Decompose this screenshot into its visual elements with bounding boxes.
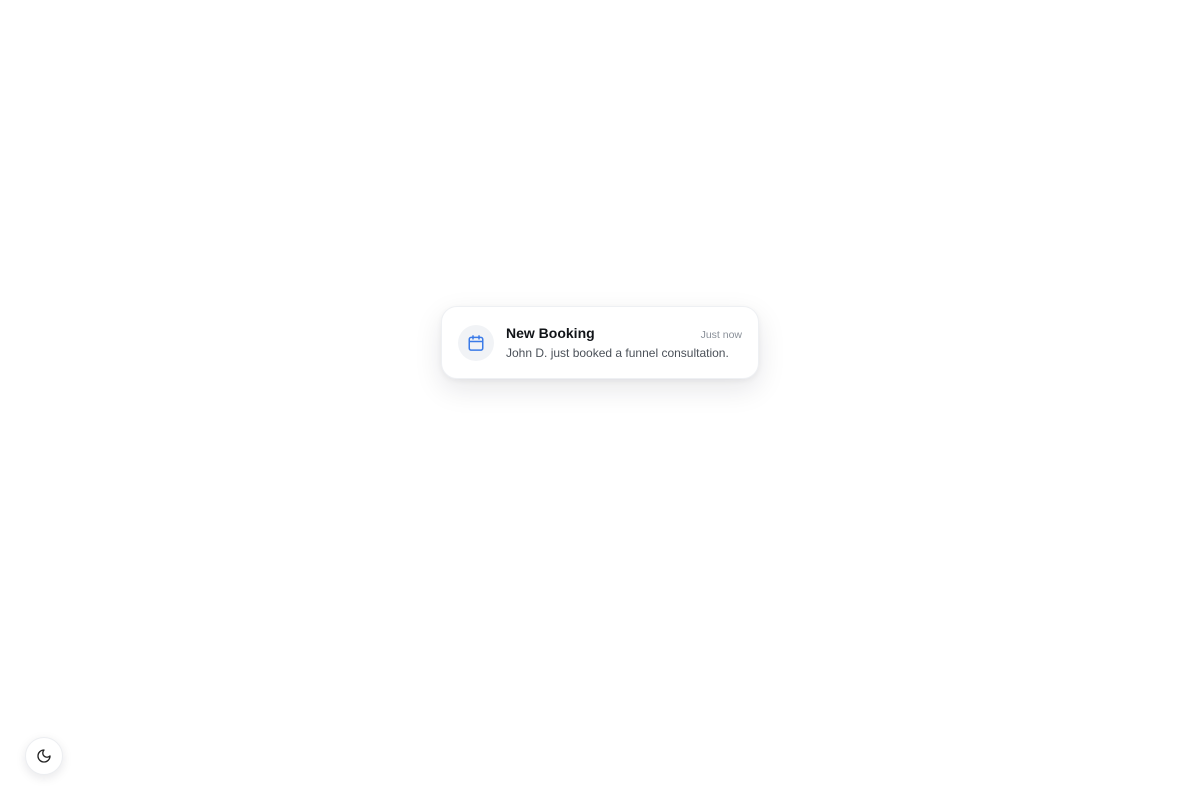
booking-notification[interactable]: New Booking Just now John D. just booked…	[441, 306, 759, 379]
moon-icon	[37, 749, 51, 763]
notification-time: Just now	[700, 329, 742, 341]
notification-icon-badge	[458, 324, 494, 361]
notification-header: New Booking Just now	[506, 325, 742, 341]
notification-content: New Booking Just now John D. just booked…	[506, 325, 742, 360]
notification-title: New Booking	[506, 325, 595, 341]
page: New Booking Just now John D. just booked…	[0, 0, 1200, 800]
calendar-icon	[468, 334, 484, 351]
theme-toggle-button[interactable]	[25, 737, 63, 775]
notification-message: John D. just booked a funnel consultatio…	[506, 346, 729, 360]
